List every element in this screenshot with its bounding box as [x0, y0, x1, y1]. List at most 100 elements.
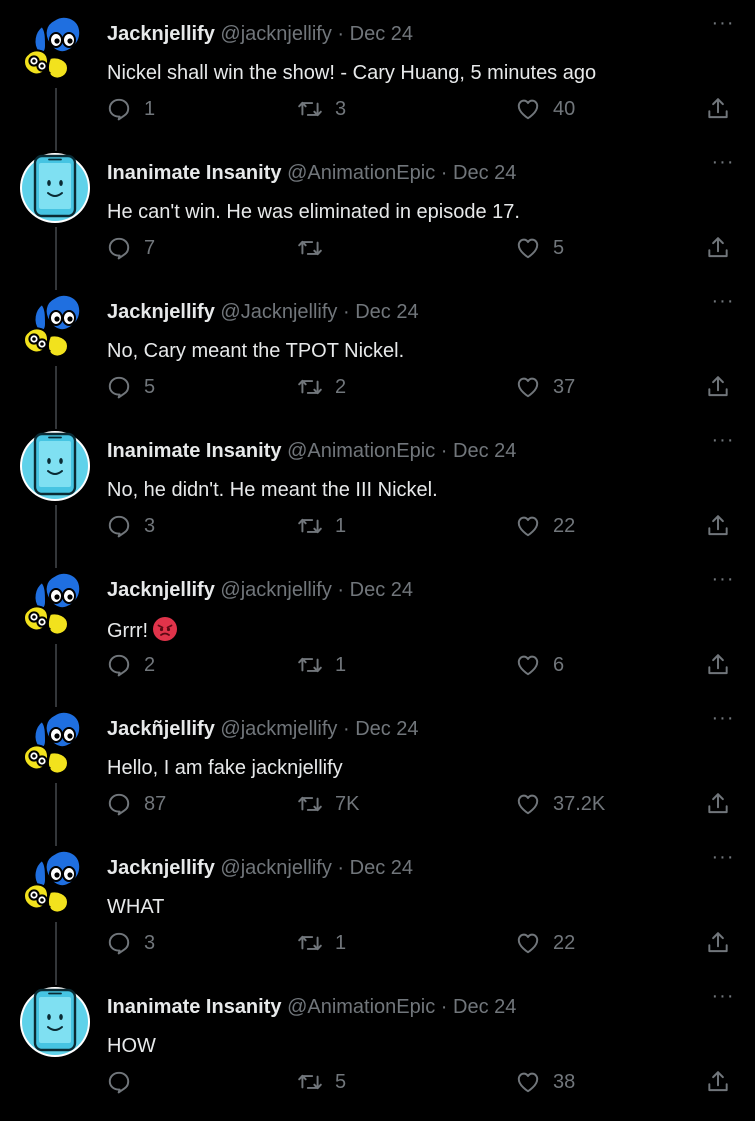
share-button[interactable] [705, 511, 731, 541]
tweet[interactable]: Jacknjellify @jacknjellify · Dec 24 ··· … [0, 0, 755, 151]
tweet[interactable]: Jacknjellify @jacknjellify · Dec 24 ··· … [0, 556, 755, 707]
reply-button[interactable]: 2 [106, 650, 155, 680]
reply-button[interactable]: 5 [106, 372, 155, 402]
heart-icon [515, 513, 541, 539]
tweet-header: Inanimate Insanity @AnimationEpic · Dec … [107, 995, 516, 1019]
display-name[interactable]: Jacknjellify [107, 579, 215, 601]
retweet-icon [297, 96, 323, 122]
display-name[interactable]: Jacknjellify [107, 857, 215, 879]
bfdi-avatar[interactable] [20, 570, 90, 640]
user-handle[interactable]: @Jacknjellify [220, 301, 337, 323]
like-button[interactable]: 22 [515, 511, 575, 541]
display-name[interactable]: Inanimate Insanity [107, 162, 282, 184]
bfdi-avatar[interactable] [20, 848, 90, 918]
heart-icon [515, 652, 541, 678]
ii-phone-avatar[interactable] [20, 153, 90, 223]
tweet-date[interactable]: Dec 24 [453, 996, 516, 1018]
more-options-icon[interactable]: ··· [709, 708, 737, 731]
reply-count: 3 [144, 515, 156, 537]
retweet-button[interactable]: 5 [297, 1067, 346, 1097]
share-button[interactable] [705, 372, 731, 402]
retweet-button[interactable]: 3 [297, 94, 346, 124]
more-options-icon[interactable]: ··· [709, 569, 737, 592]
user-handle[interactable]: @AnimationEpic [287, 162, 435, 184]
reply-button[interactable]: 3 [106, 928, 155, 958]
tweet-text: Grrr! [107, 616, 178, 644]
display-name[interactable]: Inanimate Insanity [107, 440, 282, 462]
display-name[interactable]: Jackñjellify [107, 718, 215, 740]
tweet[interactable]: Jacknjellify @Jacknjellify · Dec 24 ··· … [0, 278, 755, 429]
user-handle[interactable]: @AnimationEpic [287, 996, 435, 1018]
more-options-icon[interactable]: ··· [709, 13, 737, 36]
tweet-date[interactable]: Dec 24 [350, 579, 413, 601]
reply-button[interactable] [106, 1067, 144, 1097]
reply-icon [106, 1069, 132, 1095]
retweet-count: 7K [335, 793, 360, 815]
user-handle[interactable]: @jacknjellify [220, 857, 331, 879]
heart-icon [515, 235, 541, 261]
tweet-header: Jacknjellify @jacknjellify · Dec 24 [107, 22, 413, 46]
share-icon [705, 652, 731, 678]
retweet-button[interactable]: 2 [297, 372, 346, 402]
retweet-button[interactable]: 1 [297, 511, 346, 541]
reply-button[interactable]: 3 [106, 511, 155, 541]
display-name[interactable]: Inanimate Insanity [107, 996, 282, 1018]
like-button[interactable]: 37.2K [515, 789, 605, 819]
share-button[interactable] [705, 650, 731, 680]
tweet-date[interactable]: Dec 24 [355, 718, 418, 740]
like-button[interactable]: 40 [515, 94, 575, 124]
retweet-icon [297, 652, 323, 678]
like-button[interactable]: 38 [515, 1067, 575, 1097]
like-button[interactable]: 22 [515, 928, 575, 958]
share-button[interactable] [705, 928, 731, 958]
user-handle[interactable]: @AnimationEpic [287, 440, 435, 462]
like-button[interactable]: 6 [515, 650, 564, 680]
share-button[interactable] [705, 789, 731, 819]
separator-dot: · [337, 857, 345, 879]
bfdi-avatar[interactable] [20, 709, 90, 779]
retweet-button[interactable]: 1 [297, 928, 346, 958]
share-button[interactable] [705, 1067, 731, 1097]
reply-button[interactable]: 1 [106, 94, 155, 124]
user-handle[interactable]: @jacknjellify [220, 23, 331, 45]
tweet-text-content: No, Cary meant the TPOT Nickel. [107, 340, 405, 362]
separator-dot: · [342, 718, 350, 740]
retweet-count: 1 [335, 515, 347, 537]
ii-phone-avatar[interactable] [20, 987, 90, 1057]
ii-phone-avatar[interactable] [20, 431, 90, 501]
display-name[interactable]: Jacknjellify [107, 301, 215, 323]
share-button[interactable] [705, 233, 731, 263]
tweet[interactable]: Inanimate Insanity @AnimationEpic · Dec … [0, 139, 755, 290]
tweet-date[interactable]: Dec 24 [350, 857, 413, 879]
like-button[interactable]: 5 [515, 233, 564, 263]
more-options-icon[interactable]: ··· [709, 430, 737, 453]
tweet-date[interactable]: Dec 24 [453, 440, 516, 462]
tweet-text: HOW [107, 1033, 156, 1059]
retweet-count: 2 [335, 376, 347, 398]
bfdi-avatar[interactable] [20, 14, 90, 84]
tweet-date[interactable]: Dec 24 [453, 162, 516, 184]
user-handle[interactable]: @jacknjellify [220, 579, 331, 601]
tweet[interactable]: Inanimate Insanity @AnimationEpic · Dec … [0, 973, 755, 1112]
more-options-icon[interactable]: ··· [709, 152, 737, 175]
more-options-icon[interactable]: ··· [709, 986, 737, 1009]
reply-button[interactable]: 87 [106, 789, 166, 819]
tweet[interactable]: Jackñjellify @jackmjellify · Dec 24 ··· … [0, 695, 755, 846]
tweet-date[interactable]: Dec 24 [350, 23, 413, 45]
tweet-header: Jacknjellify @jacknjellify · Dec 24 [107, 578, 413, 602]
retweet-button[interactable]: 1 [297, 650, 346, 680]
tweet[interactable]: Jacknjellify @jacknjellify · Dec 24 ··· … [0, 834, 755, 985]
retweet-button[interactable]: 7K [297, 789, 359, 819]
tweet[interactable]: Inanimate Insanity @AnimationEpic · Dec … [0, 417, 755, 568]
reply-button[interactable]: 7 [106, 233, 155, 263]
bfdi-avatar[interactable] [20, 292, 90, 362]
more-options-icon[interactable]: ··· [709, 847, 737, 870]
tweet-actions: 3 1 22 [0, 928, 755, 958]
share-button[interactable] [705, 94, 731, 124]
user-handle[interactable]: @jackmjellify [220, 718, 337, 740]
tweet-date[interactable]: Dec 24 [355, 301, 418, 323]
more-options-icon[interactable]: ··· [709, 291, 737, 314]
retweet-button[interactable] [297, 233, 335, 263]
display-name[interactable]: Jacknjellify [107, 23, 215, 45]
like-button[interactable]: 37 [515, 372, 575, 402]
